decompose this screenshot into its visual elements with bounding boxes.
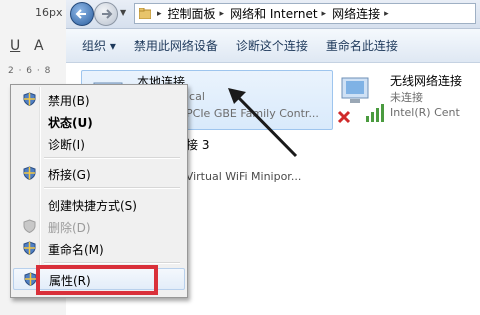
annotation-arrow — [228, 88, 298, 158]
wireless-adapter-icon — [337, 77, 384, 124]
breadcrumb-separator[interactable]: ▸ — [384, 9, 389, 19]
font-color-button[interactable]: A — [34, 38, 44, 54]
menu-item-label: 诊断(I) — [48, 138, 85, 152]
breadcrumb-network-internet[interactable]: 网络和 Internet — [230, 5, 317, 22]
connection-status: 未连接 — [390, 91, 423, 104]
underline-button[interactable]: U — [10, 38, 20, 54]
connection-adapter: t Virtual WiFi Minipor... — [178, 170, 302, 183]
menu-separator — [44, 187, 180, 189]
annotation-highlight-box — [36, 265, 158, 295]
diagnose-connection-button[interactable]: 诊断这个连接 — [227, 37, 317, 54]
connection-name: 接 3 — [186, 138, 210, 152]
menu-item-diagnose[interactable]: 诊断(I) — [13, 133, 183, 153]
menu-item-label: 创建快捷方式(S) — [48, 199, 137, 213]
breadcrumb-separator[interactable]: ▸ — [220, 9, 225, 19]
disable-device-button[interactable]: 禁用此网络设备 — [125, 37, 227, 54]
menu-item-bridge[interactable]: 桥接(G) — [13, 163, 183, 183]
connection-adapter: Intel(R) Cent — [390, 106, 460, 119]
breadcrumb-separator[interactable]: ▸ — [322, 9, 327, 19]
control-panel-icon — [139, 8, 151, 19]
command-bar: 组织 ▾ 禁用此网络设备 诊断这个连接 重命名此连接 — [66, 29, 480, 63]
menu-item-delete[interactable]: 删除(D) — [13, 216, 183, 236]
breadcrumb-control-panel[interactable]: 控制面板 — [168, 5, 216, 22]
forward-arrow-icon — [102, 9, 113, 19]
history-dropdown-icon[interactable]: ▼ — [120, 8, 126, 17]
menu-item-disable[interactable]: 禁用(B) — [13, 89, 183, 109]
font-size-value: 16px — [35, 6, 63, 19]
breadcrumb-network-connections[interactable]: 网络连接 — [332, 5, 380, 22]
menu-item-status[interactable]: 状态(U) — [13, 111, 183, 131]
menu-item-label: 删除(D) — [48, 221, 91, 235]
connection-status: ical — [186, 90, 205, 103]
breadcrumb[interactable]: ▸ 控制面板 ▸ 网络和 Internet ▸ 网络连接 ▸ — [134, 3, 476, 24]
menu-separator — [44, 262, 180, 264]
uac-shield-icon — [23, 92, 36, 106]
breadcrumb-separator[interactable]: ▸ — [157, 9, 162, 19]
organize-button[interactable]: 组织 ▾ — [66, 37, 125, 54]
menu-item-rename[interactable]: 重命名(M) — [13, 238, 183, 258]
forward-button[interactable] — [94, 2, 118, 26]
ruler: 2 · 6 · 8 — [8, 66, 52, 76]
back-arrow-icon — [75, 9, 86, 19]
connection-item-wireless[interactable]: 无线网络连接 未连接 Intel(R) Cent — [334, 70, 480, 128]
menu-item-label: 禁用(B) — [48, 94, 90, 108]
menu-item-label: 重命名(M) — [48, 243, 104, 257]
uac-shield-icon — [23, 241, 36, 255]
address-bar: ▼ ▸ 控制面板 ▸ 网络和 Internet ▸ 网络连接 ▸ — [66, 0, 480, 29]
back-button[interactable] — [70, 2, 94, 26]
rename-connection-button[interactable]: 重命名此连接 — [317, 37, 407, 54]
menu-item-create-shortcut[interactable]: 创建快捷方式(S) — [13, 194, 183, 214]
uac-shield-icon — [23, 166, 36, 180]
uac-shield-icon — [23, 219, 36, 233]
menu-item-label: 状态(U) — [48, 116, 93, 130]
connection-name: 无线网络连接 — [390, 74, 463, 88]
menu-separator — [44, 157, 180, 159]
menu-item-label: 桥接(G) — [48, 168, 91, 182]
